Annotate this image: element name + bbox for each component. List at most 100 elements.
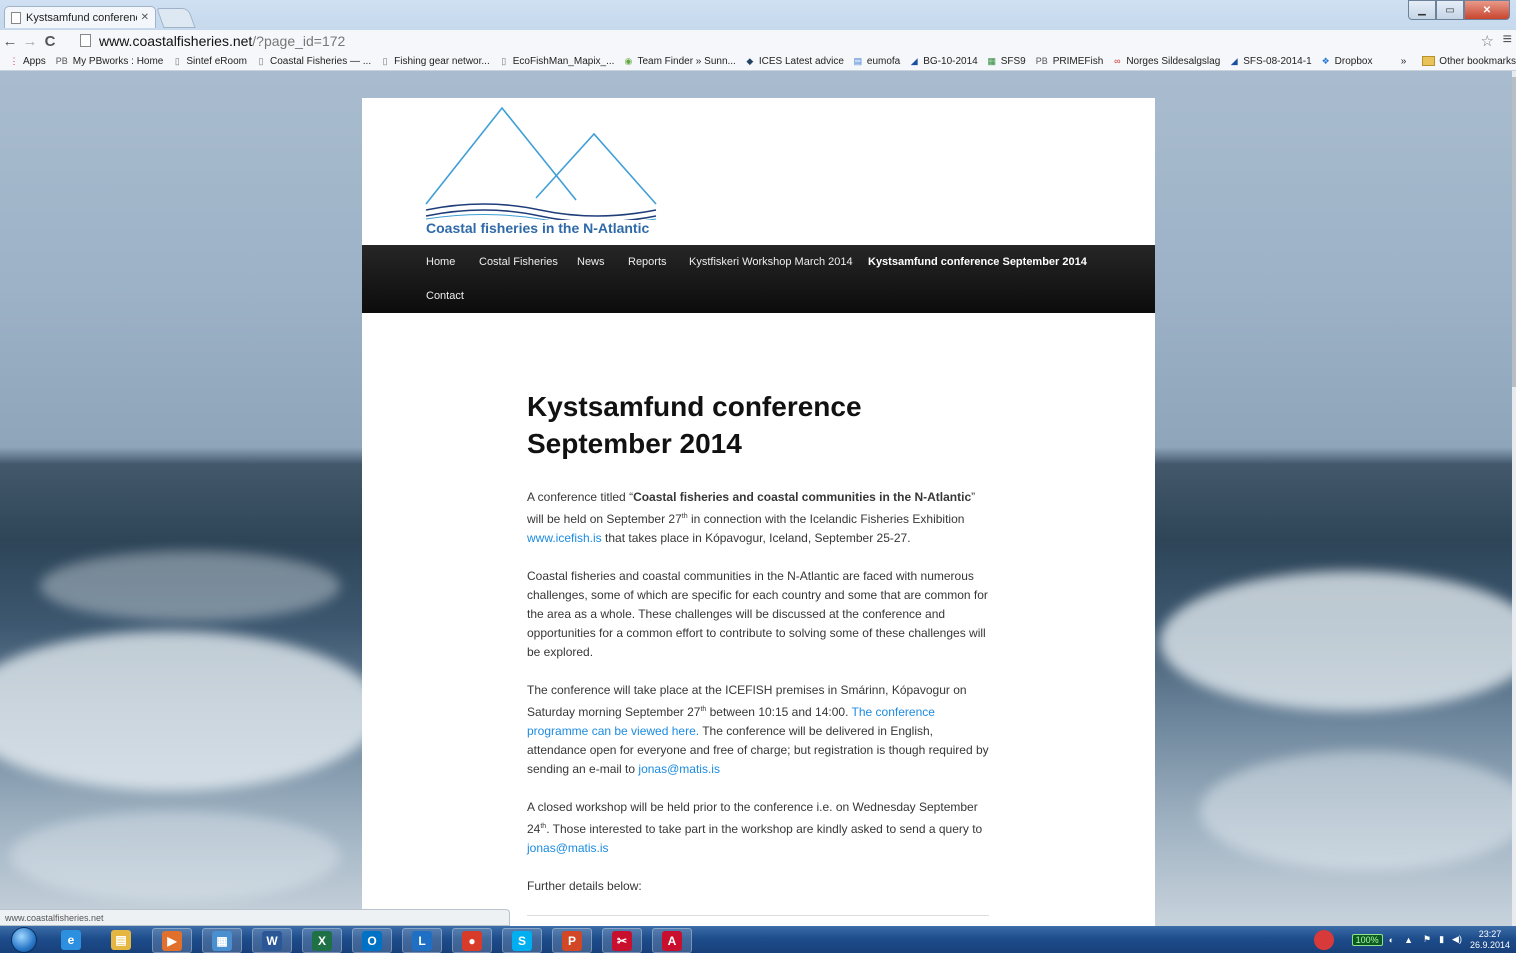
excel-taskbar-button[interactable]: X — [302, 928, 342, 953]
page-title-line2: September 2014 — [527, 428, 742, 459]
paragraph-challenges: Coastal fisheries and coastal communitie… — [527, 569, 988, 659]
forward-arrow-icon[interactable]: → — [20, 33, 40, 50]
bookmark-item[interactable]: PB My PBworks : Home — [55, 56, 164, 67]
bookmark-item[interactable]: ◆ ICES Latest advice — [745, 56, 844, 67]
bookmark-star-icon[interactable]: ☆ — [1481, 32, 1494, 50]
outlook-taskbar-button[interactable]: O — [352, 928, 392, 953]
url-host: www.coastalfisheries.net — [99, 32, 253, 49]
bookmarks-overflow: » Other bookmarks — [1396, 52, 1516, 70]
file-explorer-icon: ▤ — [111, 929, 131, 950]
bookmark-item[interactable]: ◢ SFS-08-2014-1 — [1229, 55, 1312, 67]
snipping-tool-taskbar-button[interactable]: ✂ — [602, 928, 642, 953]
nav-news[interactable]: News — [577, 256, 605, 268]
bookmark-label: Team Finder » Sunn... — [637, 55, 736, 67]
site-logo[interactable]: Coastal fisheries in the N-Atlantic — [424, 106, 658, 238]
skype-taskbar-button[interactable]: S — [502, 928, 542, 953]
menu-icon[interactable]: ≡ — [1503, 31, 1512, 49]
bookmark-item[interactable]: ◢ BG-10-2014 — [909, 55, 978, 67]
venue-text: Saturday morning September 27 — [527, 705, 701, 719]
address-bar[interactable]: www.coastalfisheries.net/?page_id=172 — [80, 31, 1480, 50]
other-bookmarks-button[interactable]: Other bookmarks — [1439, 56, 1516, 67]
battery-indicator[interactable]: 100% — [1351, 933, 1383, 946]
bookmark-label: My PBworks : Home — [72, 55, 164, 67]
powerpoint-taskbar-button[interactable]: P — [552, 928, 592, 953]
bookmark-label: EcoFishMan_Mapix_... — [512, 55, 615, 67]
internet-explorer-icon: e — [61, 929, 81, 950]
chart-icon: ◢ — [1230, 55, 1238, 66]
internet-explorer-taskbar-button[interactable]: e — [52, 928, 90, 951]
volume-icon[interactable]: ◀) — [1452, 934, 1462, 945]
reload-icon[interactable]: C — [40, 33, 60, 50]
lync-icon: L — [412, 930, 432, 951]
tab-title: Kystsamfund conference – — [26, 11, 137, 24]
nav-reports[interactable]: Reports — [628, 256, 667, 268]
browser-chrome: Kystsamfund conference – ✕ ▁ ▭ ✕ ← → C w… — [0, 0, 1516, 71]
lync-taskbar-button[interactable]: L — [402, 928, 442, 953]
back-arrow-icon[interactable]: ← — [0, 33, 20, 50]
nav-home[interactable]: Home — [426, 256, 455, 268]
flag-icon[interactable]: ⚑ — [1423, 934, 1431, 945]
divider — [527, 915, 989, 916]
page-title-line1: Kystsamfund conference — [527, 391, 862, 422]
power-icon[interactable]: ▮ — [1439, 934, 1444, 945]
bookmark-item[interactable]: PB PRIMEFish — [1035, 56, 1104, 67]
page-title: Kystsamfund conference September 2014 — [527, 388, 989, 462]
bookmark-label: SFS9 — [1000, 55, 1026, 67]
file-explorer-taskbar-button[interactable]: ▤ — [102, 928, 140, 951]
word-taskbar-button[interactable]: W — [252, 928, 292, 953]
bookmark-item[interactable]: ❖ Dropbox — [1321, 56, 1373, 67]
close-tab-icon[interactable]: ✕ — [141, 12, 149, 23]
bookmark-item[interactable]: ▤ eumofa — [853, 56, 901, 67]
browser-tab[interactable]: Kystsamfund conference – ✕ — [4, 6, 156, 28]
email-link[interactable]: jonas@matis.is — [527, 841, 609, 855]
email-link[interactable]: jonas@matis.is — [638, 762, 720, 776]
bookmark-label: Coastal Fisheries — ... — [269, 55, 372, 67]
bookmark-item[interactable]: ◉ Team Finder » Sunn... — [623, 55, 736, 67]
show-hidden-icons[interactable]: ▲ — [1404, 935, 1413, 945]
windows-logo-icon — [11, 926, 37, 953]
apps-grid-icon: ⋮ — [9, 55, 19, 66]
bookmark-item[interactable]: ⋮ Apps — [9, 56, 46, 67]
bookmark-item[interactable]: ▯ Fishing gear networ... — [380, 56, 490, 67]
sea-foam — [0, 631, 380, 791]
bookmark-item[interactable]: ▦ SFS9 — [987, 55, 1026, 67]
bookmark-item[interactable]: ▯ Coastal Fisheries — ... — [256, 56, 371, 67]
page-scrollbar[interactable] — [1512, 71, 1516, 926]
nav-kystfiskeri-workshop[interactable]: Kystfiskeri Workshop March 2014 — [689, 256, 853, 268]
chart-icon: ◢ — [910, 55, 918, 66]
clock[interactable]: 23:27 26.9.2014 — [1470, 929, 1510, 951]
start-button[interactable] — [8, 926, 40, 953]
acrobat-taskbar-button[interactable]: A — [652, 928, 692, 953]
hub-icon[interactable] — [1313, 929, 1334, 950]
page-icon — [11, 11, 21, 24]
bookmark-label: Dropbox — [1334, 55, 1373, 67]
bookmark-label: ICES Latest advice — [758, 55, 844, 67]
close-window-button[interactable]: ✕ — [1464, 0, 1510, 20]
new-tab-button[interactable] — [156, 8, 196, 28]
icefish-link[interactable]: www.icefish.is — [527, 531, 602, 545]
nav-kystsamfund-conference[interactable]: Kystsamfund conference September 2014 — [868, 256, 1087, 268]
sea-foam — [1160, 571, 1516, 711]
bookmark-item[interactable]: ∞ Norges Sildesalgslag — [1112, 56, 1220, 67]
page-icon: ▯ — [174, 55, 180, 66]
nav-costal-fisheries[interactable]: Costal Fisheries — [479, 256, 558, 268]
bookmark-label: Sintef eRoom — [186, 55, 247, 67]
intro-text: in connection with the Icelandic Fisheri… — [687, 512, 965, 526]
more-bookmarks-button[interactable]: » — [1401, 56, 1407, 67]
paragraph-venue: The conference will take place at the IC… — [527, 681, 989, 779]
intro-text: A conference titled “ — [527, 490, 634, 504]
intro-quote: ” — [971, 490, 976, 504]
page-icon: ▯ — [382, 55, 388, 66]
paint-app-taskbar-button[interactable]: ▦ — [202, 928, 242, 953]
bookmark-item[interactable]: ▯ Sintef eRoom — [172, 56, 247, 67]
minimize-button[interactable]: ▁ — [1408, 0, 1436, 20]
bookmark-item[interactable]: ▯ EcoFishMan_Mapix_... — [499, 55, 615, 67]
nav-contact[interactable]: Contact — [426, 290, 464, 302]
maximize-button[interactable]: ▭ — [1436, 0, 1464, 20]
chrome-taskbar-button[interactable]: ● — [452, 928, 492, 953]
media-player-taskbar-button[interactable]: ▶ — [152, 928, 192, 953]
network-icon[interactable]: ◐ — [1389, 935, 1394, 945]
excel-icon: X — [312, 930, 332, 951]
scrollbar-thumb[interactable] — [1512, 77, 1516, 387]
media-player-icon: ▶ — [162, 930, 182, 951]
